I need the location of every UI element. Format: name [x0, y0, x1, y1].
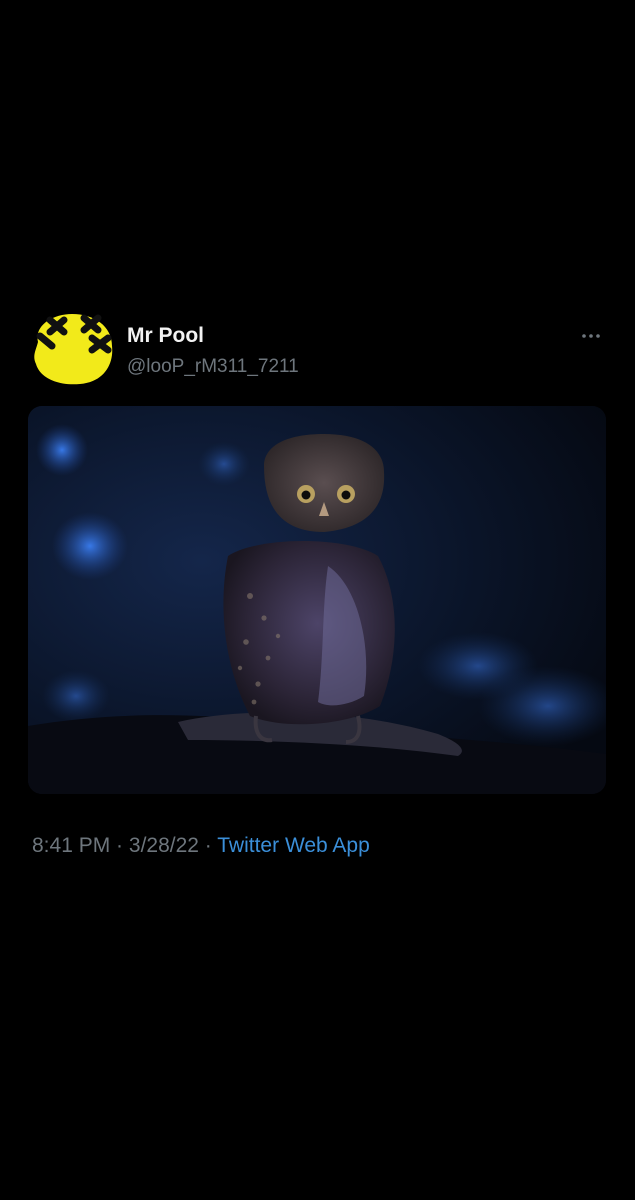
avatar[interactable]	[28, 308, 116, 388]
tweet-time[interactable]: 8:41 PM	[32, 834, 110, 857]
more-horizontal-icon	[582, 334, 600, 338]
tweet-card: Mr Pool @looP_rM311_7211 8:41 PM · 3/28/…	[0, 0, 635, 1200]
tweet-meta: 8:41 PM · 3/28/22 · Twitter Web App	[32, 834, 370, 858]
tweet-media[interactable]	[28, 406, 606, 794]
owl-image	[28, 406, 606, 794]
more-button[interactable]	[576, 326, 606, 346]
user-name[interactable]: Mr Pool	[127, 324, 204, 348]
user-handle[interactable]: @looP_rM311_7211	[127, 356, 299, 378]
tweet-date[interactable]: 3/28/22	[129, 834, 199, 857]
avatar-icon	[34, 314, 113, 385]
meta-separator: ·	[198, 834, 218, 857]
tweet-source-link[interactable]: Twitter Web App	[217, 834, 370, 857]
meta-separator: ·	[110, 834, 129, 857]
